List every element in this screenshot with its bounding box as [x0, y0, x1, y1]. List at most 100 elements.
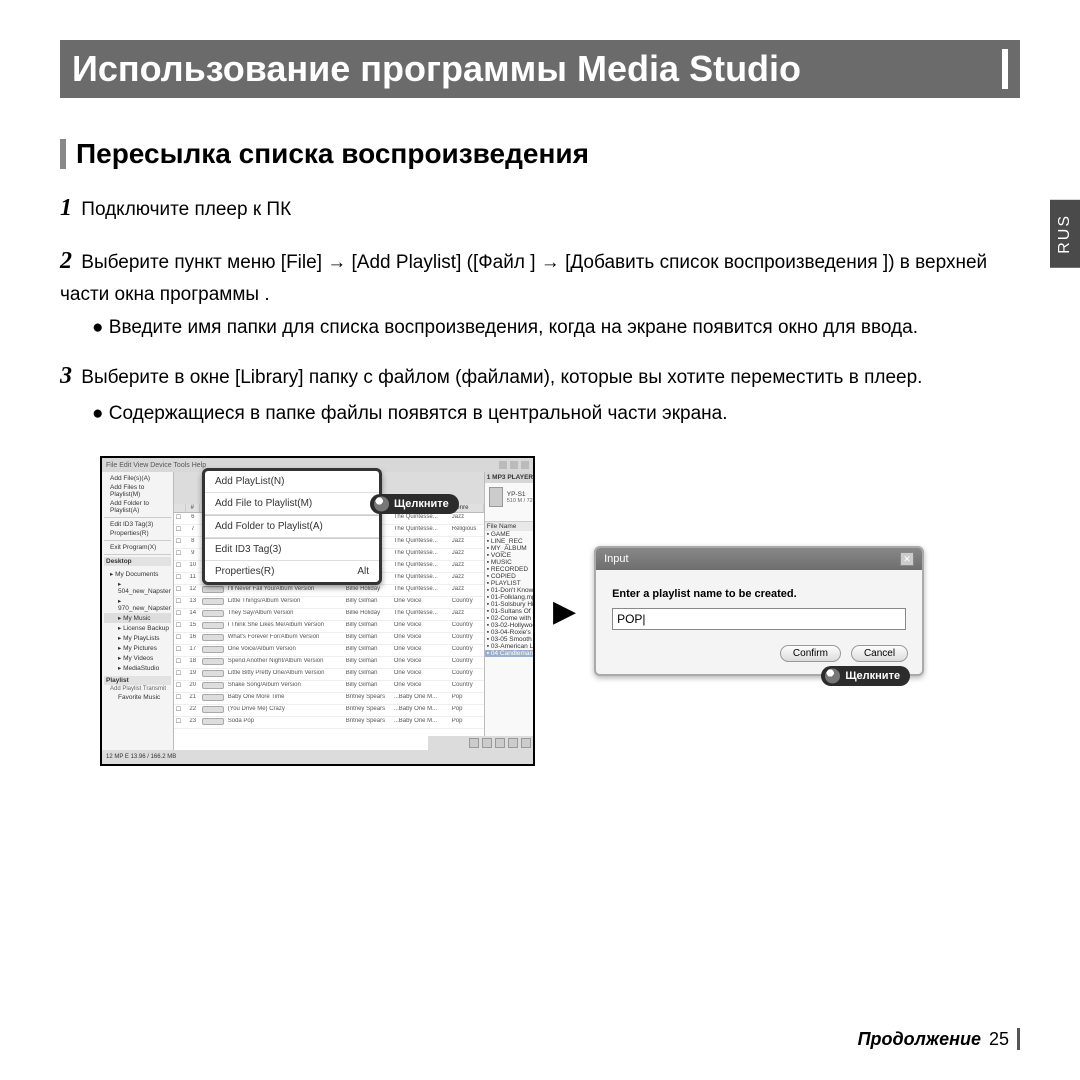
device-bottom-toolbar — [428, 736, 533, 750]
device-pane: 1 MP3 PLAYER YP-S1 510 M / 720M Open Fil… — [484, 472, 535, 750]
table-row[interactable]: ☐15I Think She Likes Me/Album VersionBil… — [174, 621, 484, 633]
sidebar-item[interactable]: Add Files to Playlist(M) — [104, 483, 171, 499]
step-3-bullet: Содержащиеся в папке файлы появятся в це… — [92, 400, 990, 429]
table-row[interactable]: ☐21Baby One More TimeBritney Spears...Ba… — [174, 693, 484, 705]
tree-item[interactable]: ▸ License Backup — [104, 623, 171, 633]
table-row[interactable]: ☐19Little Bitty Pretty One/Album Version… — [174, 669, 484, 681]
dropdown-item[interactable]: Add File to Playlist(M) — [205, 493, 379, 515]
device-header: 1 MP3 PLAYER — [485, 472, 535, 483]
device-file-item[interactable]: ▪ MUSIC — [485, 559, 535, 566]
table-row[interactable]: ☐20Shake Song/Album VersionBilly GilmanO… — [174, 681, 484, 693]
playlist-name-input[interactable]: POP| — [612, 608, 906, 630]
device-file-item[interactable]: ▪ 01-Sultans Of Swing.mp36.8M — [485, 608, 535, 615]
device-file-item[interactable]: ▪ 01-Solsbury Hill.mp35.0M — [485, 601, 535, 608]
step-2-text: Выберите пункт меню [File] → [Add Playli… — [60, 252, 987, 305]
device-file-item[interactable]: ▪ VOICE — [485, 552, 535, 559]
step-3-number: 3 — [60, 363, 72, 389]
device-file-item[interactable]: ▪ 01-Folklang.mp31.3M — [485, 594, 535, 601]
table-row[interactable]: ☐16What's Forever For/Album VersionBilly… — [174, 633, 484, 645]
toolbar-icon[interactable] — [495, 738, 505, 748]
device-file-item[interactable]: ▪ 03-02-Hollywood.mp36.4M — [485, 622, 535, 629]
device-file-item[interactable]: ▪ 02-Come with Me.mp34.4M — [485, 615, 535, 622]
sidebar-item[interactable]: Add File(s)(A) — [104, 474, 171, 483]
dropdown-item[interactable]: Properties(R)Alt — [205, 561, 379, 582]
toolbar-icon[interactable] — [521, 738, 531, 748]
step-1-text: Подключите плеер к ПК — [81, 199, 291, 220]
tree-item[interactable]: ▸ My Documents — [104, 569, 171, 579]
sidebar-playlist-bar[interactable]: Add Playlist Transmit — [104, 685, 171, 693]
cancel-button[interactable]: Cancel — [851, 645, 908, 662]
page-header: Использование программы Media Studio — [60, 40, 1020, 98]
dialog-close-icon[interactable]: ✕ — [900, 552, 914, 566]
page-title: Использование программы Media Studio — [72, 48, 990, 90]
dialog-titlebar: Input ✕ — [596, 548, 922, 570]
device-file-item[interactable]: ▪ 01-Don't Know Why.mp34.3M — [485, 587, 535, 594]
table-row[interactable]: ☐23Soda PopBritney Spears...Baby One M..… — [174, 717, 484, 729]
sidebar-item[interactable]: Edit ID3 Tag(3) — [104, 520, 171, 529]
tree-item[interactable]: ▸ My Videos — [104, 653, 171, 663]
step-2: 2 Выберите пункт меню [File] → [Add Play… — [60, 243, 990, 310]
table-header[interactable]: # — [186, 504, 200, 512]
device-file-item[interactable]: ▪ 03-04-Roxie's Interlude.mp36.3M — [485, 629, 535, 636]
device-file-item[interactable]: ▪ LINE_REC — [485, 538, 535, 545]
maximize-icon[interactable] — [510, 461, 518, 469]
continued-label: Продолжение — [858, 1029, 981, 1050]
tree-item[interactable]: ▸ My Pictures — [104, 643, 171, 653]
sidebar-item[interactable]: Properties(R) — [104, 529, 171, 538]
dropdown-item[interactable]: Add Folder to Playlist(A) — [205, 515, 379, 538]
step-3: 3 Выберите в окне [Library] папку с файл… — [60, 358, 990, 395]
toolbar-icon[interactable] — [482, 738, 492, 748]
toolbar-icon[interactable] — [508, 738, 518, 748]
section-title-text: Пересылка списка воспроизведения — [76, 138, 589, 170]
tree-item[interactable]: ▸ 970_new_Napster — [104, 596, 171, 613]
step-3-text: Выберите в окне [Library] папку с файлом… — [81, 367, 922, 388]
table-header[interactable] — [174, 504, 186, 512]
file-dropdown-menu[interactable]: Add PlayList(N)Add File to Playlist(M)Ad… — [202, 468, 382, 585]
device-file-item[interactable]: ▪ MY_ALBUM — [485, 545, 535, 552]
table-row[interactable]: ☐17One Voice/Album VersionBilly GilmanOn… — [174, 645, 484, 657]
table-row[interactable]: ☐22(You Drive Me) CrazyBritney Spears...… — [174, 705, 484, 717]
section-heading: Пересылка списка воспроизведения — [60, 138, 1020, 170]
device-icon — [489, 487, 503, 507]
steps-list: 1 Подключите плеер к ПК 2 Выберите пункт… — [60, 190, 1020, 428]
sidebar-tree-label: Desktop — [104, 557, 171, 566]
device-file-item[interactable]: ▪ 03-American Life.mp35.5M — [485, 643, 535, 650]
close-icon[interactable] — [521, 461, 529, 469]
app-menubar-items[interactable]: File Edit View Device Tools Help — [106, 462, 206, 469]
step-1-number: 1 — [60, 195, 72, 221]
device-file-item[interactable]: ▪ COPIED — [485, 573, 535, 580]
sidebar-item[interactable]: Exit Program(X) — [104, 543, 171, 552]
app-sidebar: Add File(s)(A)Add Files to Playlist(M)Ad… — [102, 472, 174, 750]
device-file-item[interactable]: ▪ PLAYLIST — [485, 580, 535, 587]
dropdown-item[interactable]: Add PlayList(N) — [205, 471, 379, 493]
dropdown-item[interactable]: Edit ID3 Tag(3) — [205, 538, 379, 561]
language-tab: RUS — [1050, 200, 1080, 268]
dialog-prompt: Enter a playlist name to be created. — [612, 588, 906, 600]
device-col-header[interactable]: File Name — [487, 523, 535, 530]
device-name: YP-S1 — [507, 491, 535, 498]
sidebar-item[interactable]: Add Folder to Playlist(A) — [104, 499, 171, 515]
tree-item[interactable]: ▸ My PlayLists — [104, 633, 171, 643]
device-file-item[interactable]: ▪ 04 Candleman's Joyride1.5M — [485, 650, 535, 657]
app-statusbar: 12 MP E 13.96 / 166.2 MB — [102, 750, 533, 764]
device-file-item[interactable]: ▪ 03-05 Smooth Criminal.mp36.2M — [485, 636, 535, 643]
sidebar-item[interactable]: Favorite Music — [104, 693, 171, 702]
minimize-icon[interactable] — [499, 461, 507, 469]
device-storage: 510 M / 720M — [507, 498, 535, 504]
step-2-bullet: Введите имя папки для списка воспроизвед… — [92, 314, 990, 343]
confirm-button[interactable]: Confirm — [780, 645, 841, 662]
click-callout: Щелкните — [821, 666, 910, 686]
table-row[interactable]: ☐14They Say/Album VersionBillie HolidayT… — [174, 609, 484, 621]
device-file-item[interactable]: ▪ GAME — [485, 531, 535, 538]
device-file-item[interactable]: ▪ RECORDED — [485, 566, 535, 573]
footer-divider-icon — [1017, 1028, 1020, 1050]
header-divider-icon — [1002, 49, 1008, 89]
table-row[interactable]: ☐18Spend Another Night/Album VersionBill… — [174, 657, 484, 669]
tree-item[interactable]: ▸ MediaStudio — [104, 663, 171, 673]
table-row[interactable]: ☐12I'll Never Fail You/Album VersionBill… — [174, 585, 484, 597]
input-dialog: Input ✕ Enter a playlist name to be crea… — [594, 546, 924, 676]
toolbar-icon[interactable] — [469, 738, 479, 748]
tree-item[interactable]: ▸ 504_new_Napster — [104, 579, 171, 596]
table-row[interactable]: ☐13Little Things/Album VersionBilly Gilm… — [174, 597, 484, 609]
tree-item[interactable]: ▸ My Music — [104, 613, 171, 623]
